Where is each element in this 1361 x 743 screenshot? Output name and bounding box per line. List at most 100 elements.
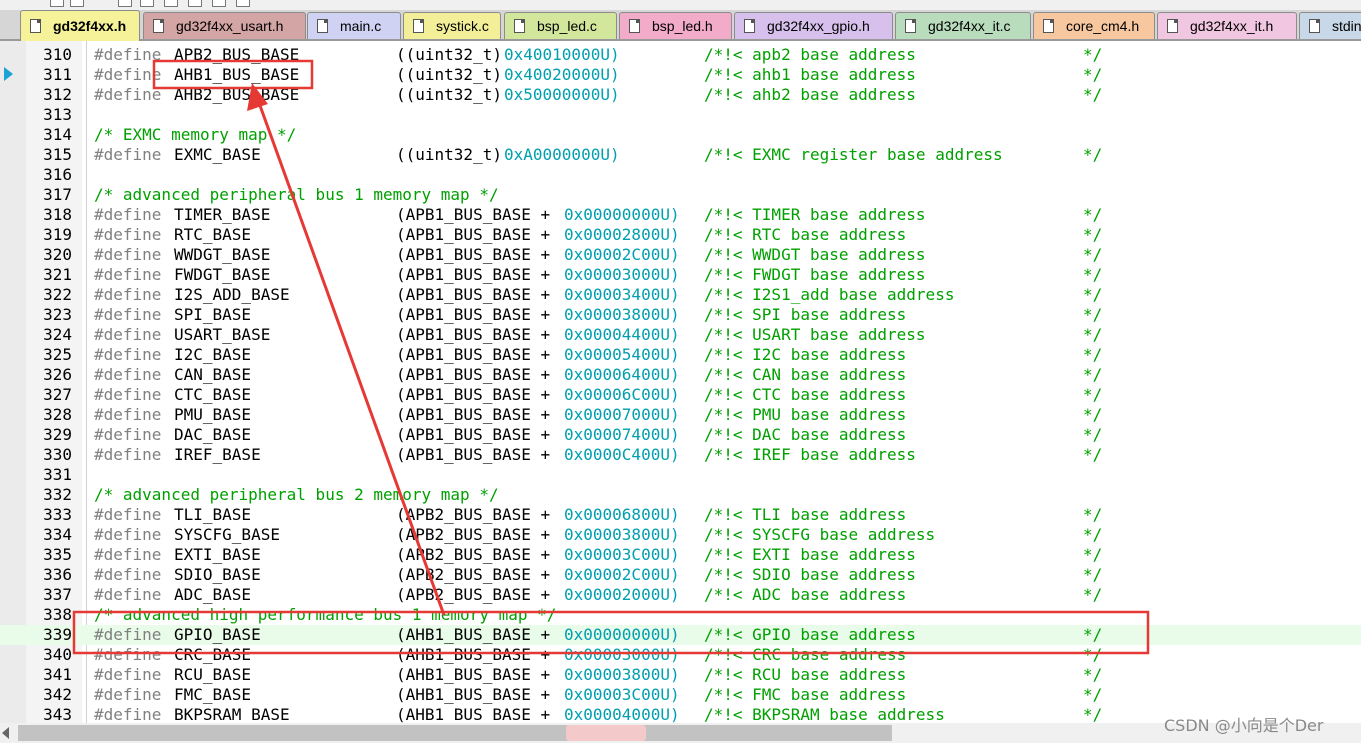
file-icon [629, 19, 640, 33]
macro-value: (AHB1_BUS_BASE + [396, 685, 560, 704]
tab-core-cm4-h[interactable]: core_cm4.h [1033, 12, 1155, 39]
macro-name: I2C_BASE [174, 345, 252, 364]
code-line[interactable]: 324 #define USART_BASE (APB1_BUS_BASE + 0x0… [0, 325, 1361, 345]
macro-name: APB2_BUS_BASE [174, 45, 300, 64]
code-editor[interactable]: 310 #define APB2_BUS_BASE ((uint32_t) 0x4001… [0, 41, 1361, 725]
code-line[interactable]: 336 #define SDIO_BASE (APB2_BUS_BASE + 0x00… [0, 565, 1361, 585]
toolbar-icon[interactable] [118, 0, 132, 7]
code-line[interactable]: 330 #define IREF_BASE (APB1_BUS_BASE + 0x00… [0, 445, 1361, 465]
doc-comment: /*!< TLI base address [704, 505, 907, 524]
tab-stdint[interactable]: stdint [1299, 12, 1361, 39]
code-line[interactable]: 327 #define CTC_BASE (APB1_BUS_BASE + 0x000… [0, 385, 1361, 405]
hex-literal: 0x00006800U) [564, 505, 680, 524]
code-line[interactable]: 314 /* EXMC memory map */ [0, 125, 1361, 145]
macro-value: ((uint32_t) [396, 45, 502, 64]
code-line[interactable]: 318 #define TIMER_BASE (APB1_BUS_BASE + 0x0… [0, 205, 1361, 225]
toolbar-icon[interactable] [50, 0, 64, 7]
comment-end: */ [1083, 505, 1103, 524]
tab-gd32f4xx-gpio-h[interactable]: gd32f4xx_gpio.h [734, 12, 893, 39]
doc-comment: /*!< USART base address [704, 325, 926, 344]
hex-literal: 0x00004400U) [564, 325, 680, 344]
line-number: 332 [43, 485, 72, 504]
tab-gd32f4xx-usart-h[interactable]: gd32f4xx_usart.h [143, 12, 306, 39]
macro-value: (AHB1_BUS_BASE + [396, 705, 560, 724]
toolbar-icon[interactable] [140, 0, 154, 7]
tab-gd32f4xx-it-h[interactable]: gd32f4xx_it.h [1157, 12, 1297, 39]
toolbar-strip [0, 0, 1361, 10]
line-number: 322 [43, 285, 72, 304]
comment-end: */ [1083, 285, 1103, 304]
tab-gd32f4xx-h[interactable]: gd32f4xx.h [20, 10, 140, 41]
horizontal-scrollbar[interactable] [0, 723, 1361, 743]
doc-comment: /*!< apb2 base address [704, 45, 916, 64]
hex-literal: 0x00002000U) [564, 585, 680, 604]
toolbar-icon[interactable] [70, 0, 84, 7]
toolbar-icon[interactable] [164, 0, 178, 7]
code-line[interactable]: 316 [0, 165, 1361, 185]
code-text: /* advanced peripheral bus 2 memory map … [94, 485, 499, 505]
define-keyword: #define [94, 445, 162, 464]
line-number: 341 [43, 665, 72, 684]
code-line[interactable]: 325 #define I2C_BASE (APB1_BUS_BASE + 0x000… [0, 345, 1361, 365]
macro-name: CRC_BASE [174, 645, 252, 664]
hex-literal: 0x00003C00U) [564, 685, 680, 704]
code-line[interactable]: 343 #define BKPSRAM_BASE (AHB1_BUS_BASE + 0… [0, 705, 1361, 725]
code-line[interactable]: 338 /* advanced high performance bus 1 me… [0, 605, 1361, 625]
code-line[interactable]: 313 [0, 105, 1361, 125]
define-keyword: #define [94, 665, 162, 684]
toolbar-icon[interactable] [188, 0, 202, 7]
macro-value: (APB1_BUS_BASE + [396, 425, 560, 444]
tab-bsp-led-c[interactable]: bsp_led.c [504, 12, 617, 39]
comment-end: */ [1083, 585, 1103, 604]
hex-literal: 0x00003400U) [564, 285, 680, 304]
line-number: 337 [43, 585, 72, 604]
code-line[interactable]: 320 #define WWDGT_BASE (APB1_BUS_BASE + 0x0… [0, 245, 1361, 265]
code-line[interactable]: 315 #define EXMC_BASE ((uint32_t) 0xA0000000… [0, 145, 1361, 165]
code-line[interactable]: 340 #define CRC_BASE (AHB1_BUS_BASE + 0x000… [0, 645, 1361, 665]
file-icon [1167, 19, 1178, 33]
code-line[interactable]: 332 /* advanced peripheral bus 2 memory m… [0, 485, 1361, 505]
macro-name: PMU_BASE [174, 405, 252, 424]
hex-literal: 0x00003800U) [564, 525, 680, 544]
doc-comment: /*!< SPI base address [704, 305, 907, 324]
comment-end: */ [1083, 705, 1103, 724]
code-line[interactable]: 322 #define I2S_ADD_BASE (APB1_BUS_BASE + 0… [0, 285, 1361, 305]
tab-bsp-led-h[interactable]: bsp_led.h [619, 12, 732, 39]
doc-comment: /*!< FWDGT base address [704, 265, 926, 284]
code-line[interactable]: 310 #define APB2_BUS_BASE ((uint32_t) 0x4001… [0, 45, 1361, 65]
code-line[interactable]: 329 #define DAC_BASE (APB1_BUS_BASE + 0x000… [0, 425, 1361, 445]
code-line[interactable]: 337 #define ADC_BASE (APB2_BUS_BASE + 0x000… [0, 585, 1361, 605]
file-icon [514, 19, 525, 33]
code-line[interactable]: 321 #define FWDGT_BASE (APB1_BUS_BASE + 0x0… [0, 265, 1361, 285]
doc-comment: /*!< FMC base address [704, 685, 907, 704]
code-line[interactable]: 317 /* advanced peripheral bus 1 memory m… [0, 185, 1361, 205]
scrollbar-thumb[interactable] [18, 725, 892, 741]
code-line[interactable]: 323 #define SPI_BASE (APB1_BUS_BASE + 0x000… [0, 305, 1361, 325]
code-line[interactable]: 312 #define AHB2_BUS_BASE ((uint32_t) 0x5000… [0, 85, 1361, 105]
code-line[interactable]: 342 #define FMC_BASE (AHB1_BUS_BASE + 0x000… [0, 685, 1361, 705]
tab-label: systick.c [436, 18, 489, 34]
code-line[interactable]: 333 #define TLI_BASE (APB2_BUS_BASE + 0x000… [0, 505, 1361, 525]
tab-systick-c[interactable]: systick.c [403, 12, 501, 39]
scroll-left-arrow-icon[interactable] [2, 727, 9, 739]
code-line[interactable]: 334 #define SYSCFG_BASE (APB2_BUS_BASE + 0x… [0, 525, 1361, 545]
code-line[interactable]: 335 #define EXTI_BASE (APB2_BUS_BASE + 0x00… [0, 545, 1361, 565]
code-line[interactable]: 311 #define AHB1_BUS_BASE ((uint32_t) 0x4002… [0, 65, 1361, 85]
code-line[interactable]: 339 #define GPIO_BASE (AHB1_BUS_BASE + 0x00… [0, 625, 1361, 645]
code-line[interactable]: 319 #define RTC_BASE (APB1_BUS_BASE + 0x000… [0, 225, 1361, 245]
comment-end: */ [1083, 665, 1103, 684]
macro-value: (APB2_BUS_BASE + [396, 545, 560, 564]
code-line[interactable]: 328 #define PMU_BASE (APB1_BUS_BASE + 0x000… [0, 405, 1361, 425]
toolbar-icon[interactable] [212, 0, 226, 7]
doc-comment: /*!< CTC base address [704, 385, 907, 404]
tab-gd32f4xx-it-c[interactable]: gd32f4xx_it.c [895, 12, 1031, 39]
macro-name: FWDGT_BASE [174, 265, 271, 284]
define-keyword: #define [94, 45, 162, 64]
hex-literal: 0x0000C400U) [564, 445, 680, 464]
comment-end: */ [1083, 545, 1103, 564]
tab-main-c[interactable]: main.c [307, 12, 401, 39]
code-line[interactable]: 331 [0, 465, 1361, 485]
toolbar-icon[interactable] [236, 0, 250, 7]
code-line[interactable]: 341 #define RCU_BASE (AHB1_BUS_BASE + 0x000… [0, 665, 1361, 685]
code-line[interactable]: 326 #define CAN_BASE (APB1_BUS_BASE + 0x000… [0, 365, 1361, 385]
